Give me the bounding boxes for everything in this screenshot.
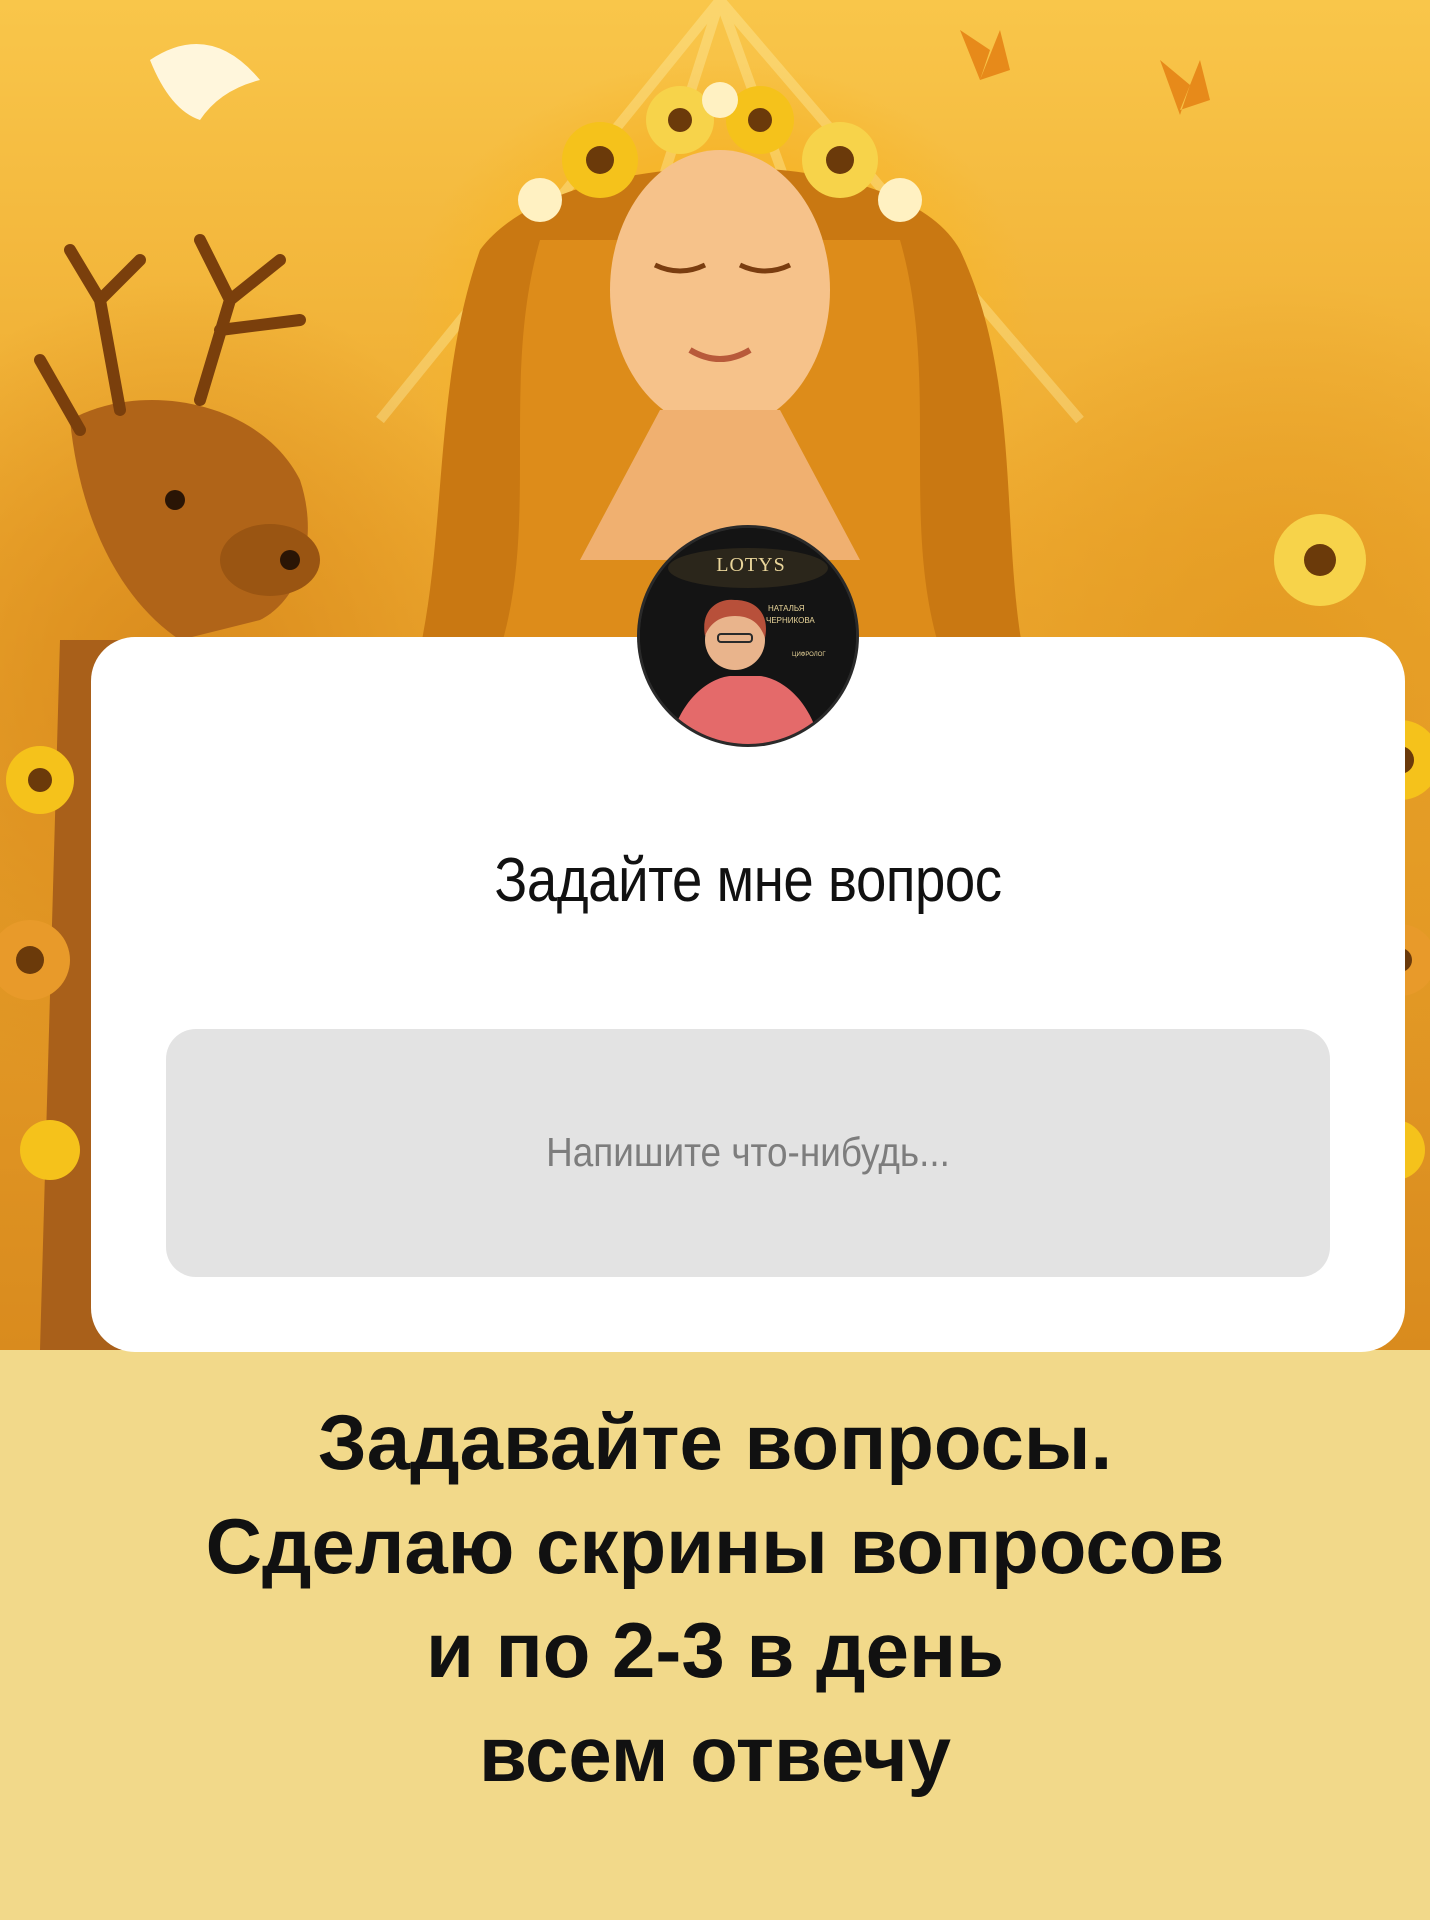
- sticker-title: Задайте мне вопрос: [494, 846, 1002, 915]
- caption-line: Задавайте вопросы.: [317, 1398, 1113, 1486]
- caption: Задавайте вопросы. Сделаю скрины вопросо…: [0, 1390, 1430, 1806]
- caption-line: Сделаю скрины вопросов: [205, 1502, 1225, 1590]
- caption-line: и по 2-3 в день: [425, 1606, 1005, 1694]
- avatar-name-line1: НАТАЛЬЯ: [768, 604, 805, 613]
- question-input-placeholder: Напишите что-нибудь...: [546, 1129, 950, 1175]
- avatar: LOTYS НАТАЛЬЯ ЧЕРНИКОВА ЦИФРОЛОГ: [640, 528, 856, 744]
- question-input[interactable]: Напишите что-нибудь...: [166, 1029, 1330, 1277]
- caption-line: всем отвечу: [478, 1710, 952, 1798]
- avatar-role: ЦИФРОЛОГ: [792, 652, 826, 658]
- avatar-name-line2: ЧЕРНИКОВА: [766, 616, 815, 625]
- avatar-brand: LOTYS: [716, 554, 786, 576]
